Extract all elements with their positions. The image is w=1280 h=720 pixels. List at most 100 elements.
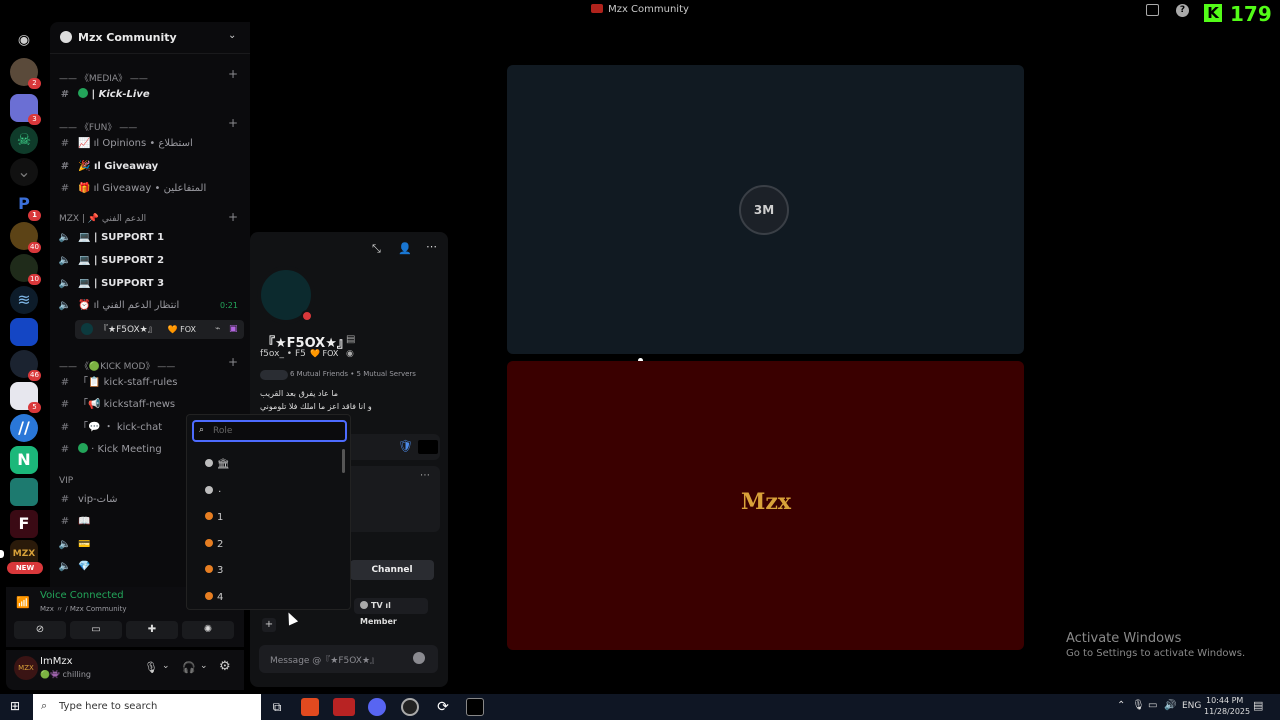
role-option[interactable]: ٠ (205, 482, 222, 502)
channel-giveaway[interactable]: # 🎉 ıl Giveaway (58, 157, 244, 177)
role-dot-icon (205, 565, 213, 573)
add-channel-icon[interactable]: + (228, 116, 238, 130)
network-icon[interactable]: ▭ (1148, 700, 1157, 711)
gem-icon: 💎 (78, 561, 91, 572)
category-media[interactable]: —— 《MEDIA》 —— (59, 71, 148, 84)
server-header[interactable]: Mzx Community ⌄ (50, 22, 250, 54)
more-options-icon[interactable]: ⋯ (426, 240, 437, 253)
role-dot-icon (205, 512, 213, 520)
category-vip[interactable]: VIP (59, 476, 73, 486)
role-picker: ⌕ Role 🏛 ٠ 1 2 3 4 (186, 414, 351, 610)
server-icon-6[interactable]: 40 (10, 222, 41, 253)
role-option[interactable]: 2 (205, 535, 223, 555)
role-search-input[interactable]: ⌕ Role (192, 420, 347, 442)
collapse-icon[interactable]: ⤡ (372, 242, 381, 256)
channel-support-2[interactable]: 🔈 💻 | SUPPORT 2 (58, 251, 244, 271)
more-options-icon[interactable]: ⋯ (420, 470, 430, 481)
soundboard-button[interactable]: ✺ (182, 621, 234, 639)
discord-taskbar-icon[interactable] (368, 698, 386, 716)
custom-status[interactable]: 🟢👾 chilling (40, 670, 91, 679)
task-view-icon[interactable]: ⧉ (268, 698, 286, 716)
server-icon-1[interactable]: 2 (10, 58, 41, 89)
add-role-button[interactable]: + (262, 618, 276, 632)
role-chip[interactable]: TV ıl Member (354, 598, 428, 626)
channel-kick-staff-rules[interactable]: # 「📋 kick-staff-rules (58, 373, 244, 393)
channel-support-1[interactable]: 🔈 💻 | SUPPORT 1 (58, 228, 244, 248)
server-icon-2[interactable]: 3 (10, 94, 41, 125)
clock-time[interactable]: 10:44 PM (1206, 696, 1243, 705)
server-icon-5[interactable]: P1 (10, 190, 41, 221)
app-icon-dark[interactable] (466, 698, 484, 716)
server-icon-3[interactable]: ☠ (10, 126, 38, 154)
windows-start-icon[interactable]: ⊞ (10, 700, 23, 713)
notifications-icon[interactable]: ▤ (1253, 699, 1263, 712)
server-icon-12[interactable]: // (10, 414, 38, 442)
language-indicator[interactable]: ENG (1182, 701, 1201, 711)
voice-status[interactable]: Voice Connected (40, 590, 124, 601)
microphone-icon[interactable]: 🎙 (144, 661, 158, 674)
category-kick-mod[interactable]: —— 《🟢KICK MOD》 —— (59, 359, 175, 372)
voice-timer: 0:21 (220, 301, 238, 310)
hashtag-icon: # (60, 494, 70, 505)
scrollbar[interactable] (342, 449, 345, 473)
avatar[interactable]: MZX (14, 656, 38, 680)
channel-kickstaff-news[interactable]: # 「📢 kickstaff-news (58, 395, 244, 415)
headphones-icon[interactable]: 🎧 (182, 661, 196, 674)
voice-channel-path[interactable]: Mzx 〃 / Mzx Community (40, 604, 127, 614)
category-fun[interactable]: —— 《FUN》 —— (59, 120, 137, 133)
help-icon[interactable]: ? (1176, 4, 1189, 17)
server-icon-7[interactable]: 10 (10, 254, 41, 285)
add-channel-icon[interactable]: + (228, 210, 238, 224)
hashtag-icon: # (60, 89, 70, 100)
role-option[interactable]: 🏛 (205, 455, 230, 475)
activities-button[interactable]: ✚ (126, 621, 178, 639)
server-icon-11[interactable]: 5 (10, 382, 41, 413)
inbox-icon[interactable] (1146, 4, 1159, 16)
camera-off-button[interactable]: ⊘ (14, 621, 66, 639)
role-option[interactable]: 3 (205, 561, 223, 581)
volume-icon[interactable]: 🔊 (1164, 700, 1176, 711)
add-channel-icon[interactable]: + (228, 67, 238, 81)
channel-support-3[interactable]: 🔈 💻 | SUPPORT 3 (58, 274, 244, 294)
server-icon-15[interactable]: F (10, 510, 38, 538)
server-icon-4[interactable]: ⌄ (10, 158, 38, 186)
app-icon-red[interactable] (333, 698, 355, 716)
role-dot-icon (205, 539, 213, 547)
gear-icon[interactable]: ⚙ (219, 659, 231, 674)
video-tile-top[interactable]: 3M (507, 65, 1024, 354)
channel-button[interactable]: Channel (350, 560, 434, 580)
server-icon-9[interactable] (10, 318, 38, 346)
username[interactable]: ImMzx (40, 656, 73, 667)
clock-date[interactable]: 11/28/2025 (1204, 707, 1250, 716)
category-mzx[interactable]: MZX | 📌 الدعم الفني (59, 214, 146, 224)
server-icon-14[interactable] (10, 478, 38, 506)
chevron-down-icon[interactable]: ⌄ (200, 661, 208, 671)
bio-line-1: ما عاد يفرق بعد القريب (260, 389, 339, 398)
mutual-info[interactable]: 6 Mutual Friends • 5 Mutual Servers (290, 370, 416, 378)
role-option[interactable]: 1 (205, 508, 223, 528)
channel-giveaway-active[interactable]: # 🎁 ıl Giveaway • المتفاعلين (58, 179, 244, 199)
server-icon-8[interactable]: ≋ (10, 286, 38, 314)
obs-icon[interactable] (401, 698, 419, 716)
brave-browser-icon[interactable] (301, 698, 319, 716)
sync-icon[interactable]: ⟳ (434, 698, 452, 716)
server-icon-13[interactable]: N (10, 446, 38, 474)
voice-member[interactable]: 『★F5OX★』 🧡 FOX ⌁ ▣ (75, 320, 244, 339)
taskbar-search[interactable]: ⌕ Type here to search (33, 694, 261, 720)
discord-home-icon[interactable]: ◉ (10, 26, 38, 54)
server-icon-10[interactable]: 46 (10, 350, 41, 381)
emoji-icon[interactable] (413, 652, 425, 664)
chevron-up-icon[interactable]: ⌃ (1117, 700, 1125, 711)
screen-share-button[interactable]: ▭ (70, 621, 122, 639)
profile-avatar[interactable] (257, 266, 315, 324)
add-friend-icon[interactable]: 👤 (398, 242, 412, 255)
channel-waiting-support[interactable]: 🔈 ⏰ ıl انتظار الدعم الفني 0:21 (58, 296, 244, 316)
chevron-down-icon[interactable]: ⌄ (162, 661, 170, 671)
microphone-icon[interactable]: 🎙 (1132, 700, 1145, 711)
message-input[interactable]: Message @『★F5OX★』 (259, 645, 438, 673)
video-tile-bottom[interactable]: Mzx (507, 361, 1024, 650)
role-option[interactable]: 4 (205, 588, 223, 608)
add-channel-icon[interactable]: + (228, 355, 238, 369)
channel-opinions[interactable]: # 📈 ıl Opinions • استطلاع (58, 134, 244, 154)
channel-kick-live[interactable]: # | Kick-Live (58, 85, 244, 105)
